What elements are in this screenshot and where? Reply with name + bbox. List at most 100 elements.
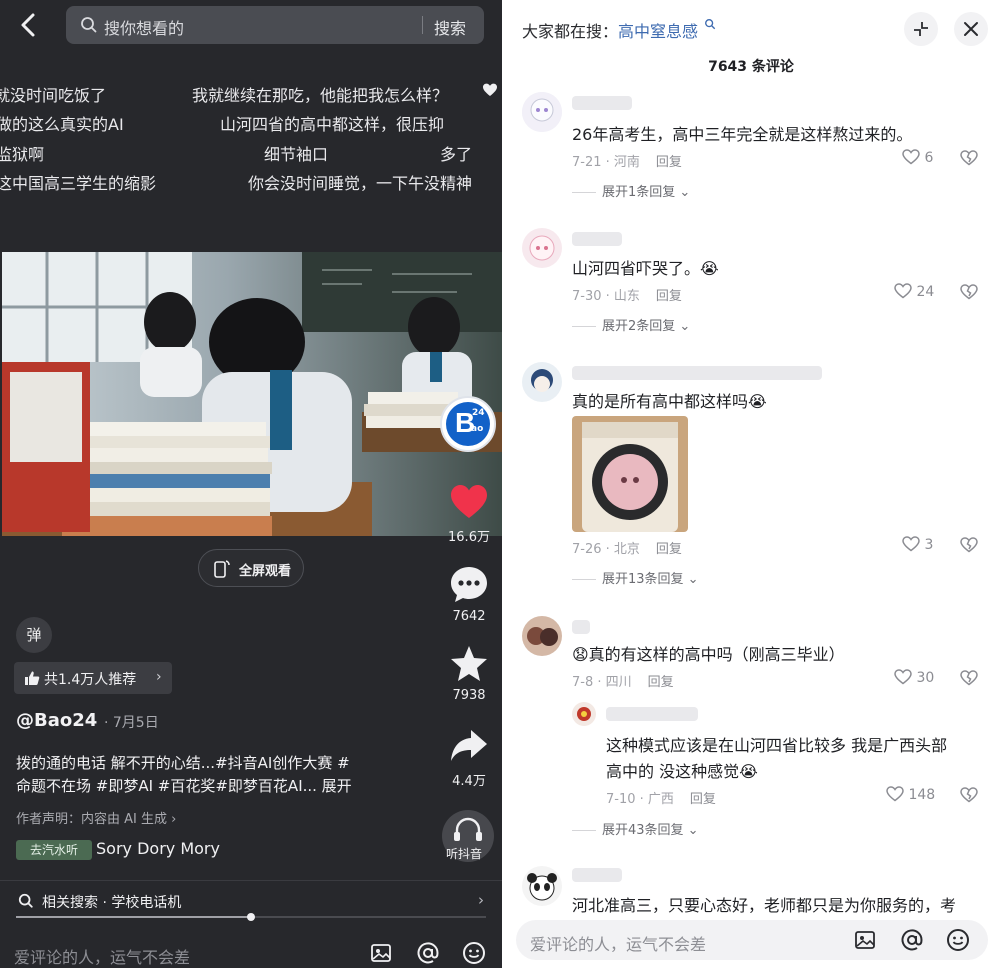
hot-search[interactable]: 大家都在搜：高中窒息感	[522, 18, 716, 42]
back-button[interactable]	[14, 10, 44, 40]
comment-input-bar[interactable]: 爱评论的人，运气不会差	[516, 920, 988, 960]
author-handle[interactable]: @Bao24	[16, 710, 97, 731]
danmaku-text: 做的这么真实的AI	[0, 115, 124, 134]
reply-button[interactable]: 回复	[648, 675, 674, 690]
broken-heart-icon[interactable]	[960, 150, 978, 166]
video-pane: 搜你想看的 搜索 就没时间吃饭了 我就继续在那吃，他能把我怎么样？ 做的这么真实…	[0, 0, 502, 968]
reply-like-button[interactable]: 148	[886, 786, 935, 803]
search-button[interactable]: 搜索	[434, 15, 466, 39]
commenter-avatar[interactable]	[522, 228, 562, 268]
comment-text: 真的是所有高中都这样吗😭	[572, 392, 767, 411]
expand-replies[interactable]: 展开13条回复 ⌄	[572, 568, 699, 587]
heart-outline-icon	[902, 149, 920, 165]
commenter-name-hidden	[572, 232, 622, 246]
commenter-avatar[interactable]	[522, 616, 562, 656]
music-title[interactable]: Sory Dory Mory	[96, 839, 220, 858]
recommend-pill[interactable]: 共1.4万人推荐 ›	[14, 662, 172, 694]
comment-meta: 7-30 · 山东 回复	[572, 289, 682, 304]
chevron-left-icon	[21, 13, 35, 37]
fullscreen-button[interactable]: 全屏观看	[198, 549, 304, 587]
comment-text: 河北准高三，只要心态好，老师都只是为你服务的，考	[572, 896, 957, 915]
broken-heart-icon[interactable]	[960, 284, 978, 300]
anime-avatar-image	[522, 362, 562, 402]
search-input[interactable]: 搜你想看的	[104, 15, 184, 39]
commenter-name-hidden	[572, 868, 622, 882]
reply-meta: 7-10 · 广西 回复	[606, 792, 716, 807]
emoji-icon[interactable]	[462, 941, 486, 965]
comment-like-button[interactable]: 30	[894, 669, 934, 686]
comment-item: 河北准高三，只要心态好，老师都只是为你服务的，考	[502, 864, 1000, 920]
hot-search-keyword[interactable]: 高中窒息感	[618, 22, 698, 41]
video-progress-handle[interactable]	[247, 913, 255, 921]
commenter-name-hidden	[572, 366, 822, 380]
favorite-count: 7938	[452, 688, 486, 703]
video-player[interactable]	[2, 252, 502, 536]
commenter-avatar[interactable]	[522, 866, 562, 906]
video-progress-bar[interactable]	[16, 913, 486, 921]
reply-button[interactable]: 回复	[656, 542, 682, 557]
comment-input[interactable]: 爱评论的人，运气不会差	[14, 944, 190, 968]
recommend-text: 共1.4万人推荐	[44, 672, 137, 688]
comment-input-bar[interactable]: 爱评论的人，运气不会差	[0, 930, 502, 968]
fullscreen-rotate-icon	[214, 560, 230, 578]
like-button[interactable]: 16.6万	[440, 484, 498, 545]
comment-meta: 7-8 · 四川 回复	[572, 675, 674, 690]
expand-replies[interactable]: 展开1条回复 ⌄	[572, 181, 690, 200]
search-bar[interactable]: 搜你想看的 搜索	[66, 6, 484, 44]
image-icon[interactable]	[854, 929, 876, 951]
share-button[interactable]: 4.4万	[440, 728, 498, 789]
comment-meta: 7-21 · 河南 回复	[572, 155, 682, 170]
comment-input[interactable]: 爱评论的人，运气不会差	[530, 931, 706, 955]
related-search-text: 相关搜索 · 学校电话机	[42, 895, 182, 911]
comments-panel: 大家都在搜：高中窒息感 7643 条评论 26年高考生，高中三年完全就是这样熬过…	[502, 0, 1000, 968]
fullscreen-label: 全屏观看	[239, 564, 292, 579]
comment-like-button[interactable]: 6	[902, 149, 933, 166]
comment-like-button[interactable]: 24	[894, 283, 934, 300]
emoji-icon[interactable]	[946, 928, 970, 952]
comment-button[interactable]: 7642	[440, 565, 498, 624]
heart-icon	[483, 83, 497, 96]
comment-like-button[interactable]: 3	[902, 536, 933, 553]
comment-like-count: 30	[916, 670, 935, 686]
reply-button[interactable]: 回复	[656, 289, 682, 304]
heart-outline-icon	[894, 669, 912, 685]
reply-text: 这种模式应该是在山河四省比较多 我是广西头部	[606, 736, 948, 755]
mention-icon[interactable]	[900, 928, 924, 952]
danmaku-toggle[interactable]: 弹	[16, 617, 52, 653]
author-avatar[interactable]: B 24 ao	[440, 396, 496, 452]
expand-replies[interactable]: 展开43条回复 ⌄	[572, 819, 699, 838]
image-icon[interactable]	[370, 942, 392, 964]
comment-item: 真的是所有高中都这样吗😭 7-26 · 北京 回复 3 展开13条回复 ⌄	[502, 360, 1000, 590]
share-icon	[451, 730, 487, 761]
search-icon	[18, 893, 33, 908]
commenter-avatar[interactable]	[522, 92, 562, 132]
reply-avatar[interactable]	[572, 702, 596, 726]
danmaku-text: 你会没时间睡觉，一下午没精神	[248, 174, 473, 193]
hot-search-label: 大家都在搜：	[522, 22, 619, 41]
post-date: · 7月5日	[104, 715, 159, 731]
anime-avatar-image	[522, 228, 562, 268]
commenter-avatar[interactable]	[522, 362, 562, 402]
comment-meta: 7-26 · 北京 回复	[572, 542, 682, 557]
collapse-button[interactable]	[904, 12, 938, 46]
video-description-line[interactable]: 命题不在场 #即梦AI #百花奖#即梦百花AI... 展开	[16, 775, 396, 796]
ai-declaration[interactable]: 作者声明：内容由 AI 生成 ›	[16, 808, 176, 827]
commenter-name-hidden	[572, 96, 632, 110]
comment-image[interactable]	[572, 416, 688, 532]
heart-outline-icon	[902, 536, 920, 552]
broken-heart-icon[interactable]	[960, 670, 978, 686]
reply-button[interactable]: 回复	[656, 155, 682, 170]
music-app-tag[interactable]: 去汽水听	[16, 840, 92, 860]
collapse-icon	[914, 22, 928, 36]
chevron-right-icon: ›	[478, 891, 484, 909]
share-count: 4.4万	[452, 774, 486, 789]
comment-item: 山河四省吓哭了。😭 7-30 · 山东 回复 24 展开2条回复 ⌄	[502, 226, 1000, 346]
broken-heart-icon[interactable]	[960, 537, 978, 553]
expand-replies[interactable]: 展开2条回复 ⌄	[572, 315, 690, 334]
mention-icon[interactable]	[416, 941, 440, 965]
reply-button[interactable]: 回复	[690, 792, 716, 807]
favorite-button[interactable]: 7938	[440, 644, 498, 703]
broken-heart-icon[interactable]	[960, 787, 978, 803]
comment-item: 26年高考生，高中三年完全就是这样熬过来的。 7-21 · 河南 回复 6 展开1…	[502, 90, 1000, 210]
close-button[interactable]	[954, 12, 988, 46]
